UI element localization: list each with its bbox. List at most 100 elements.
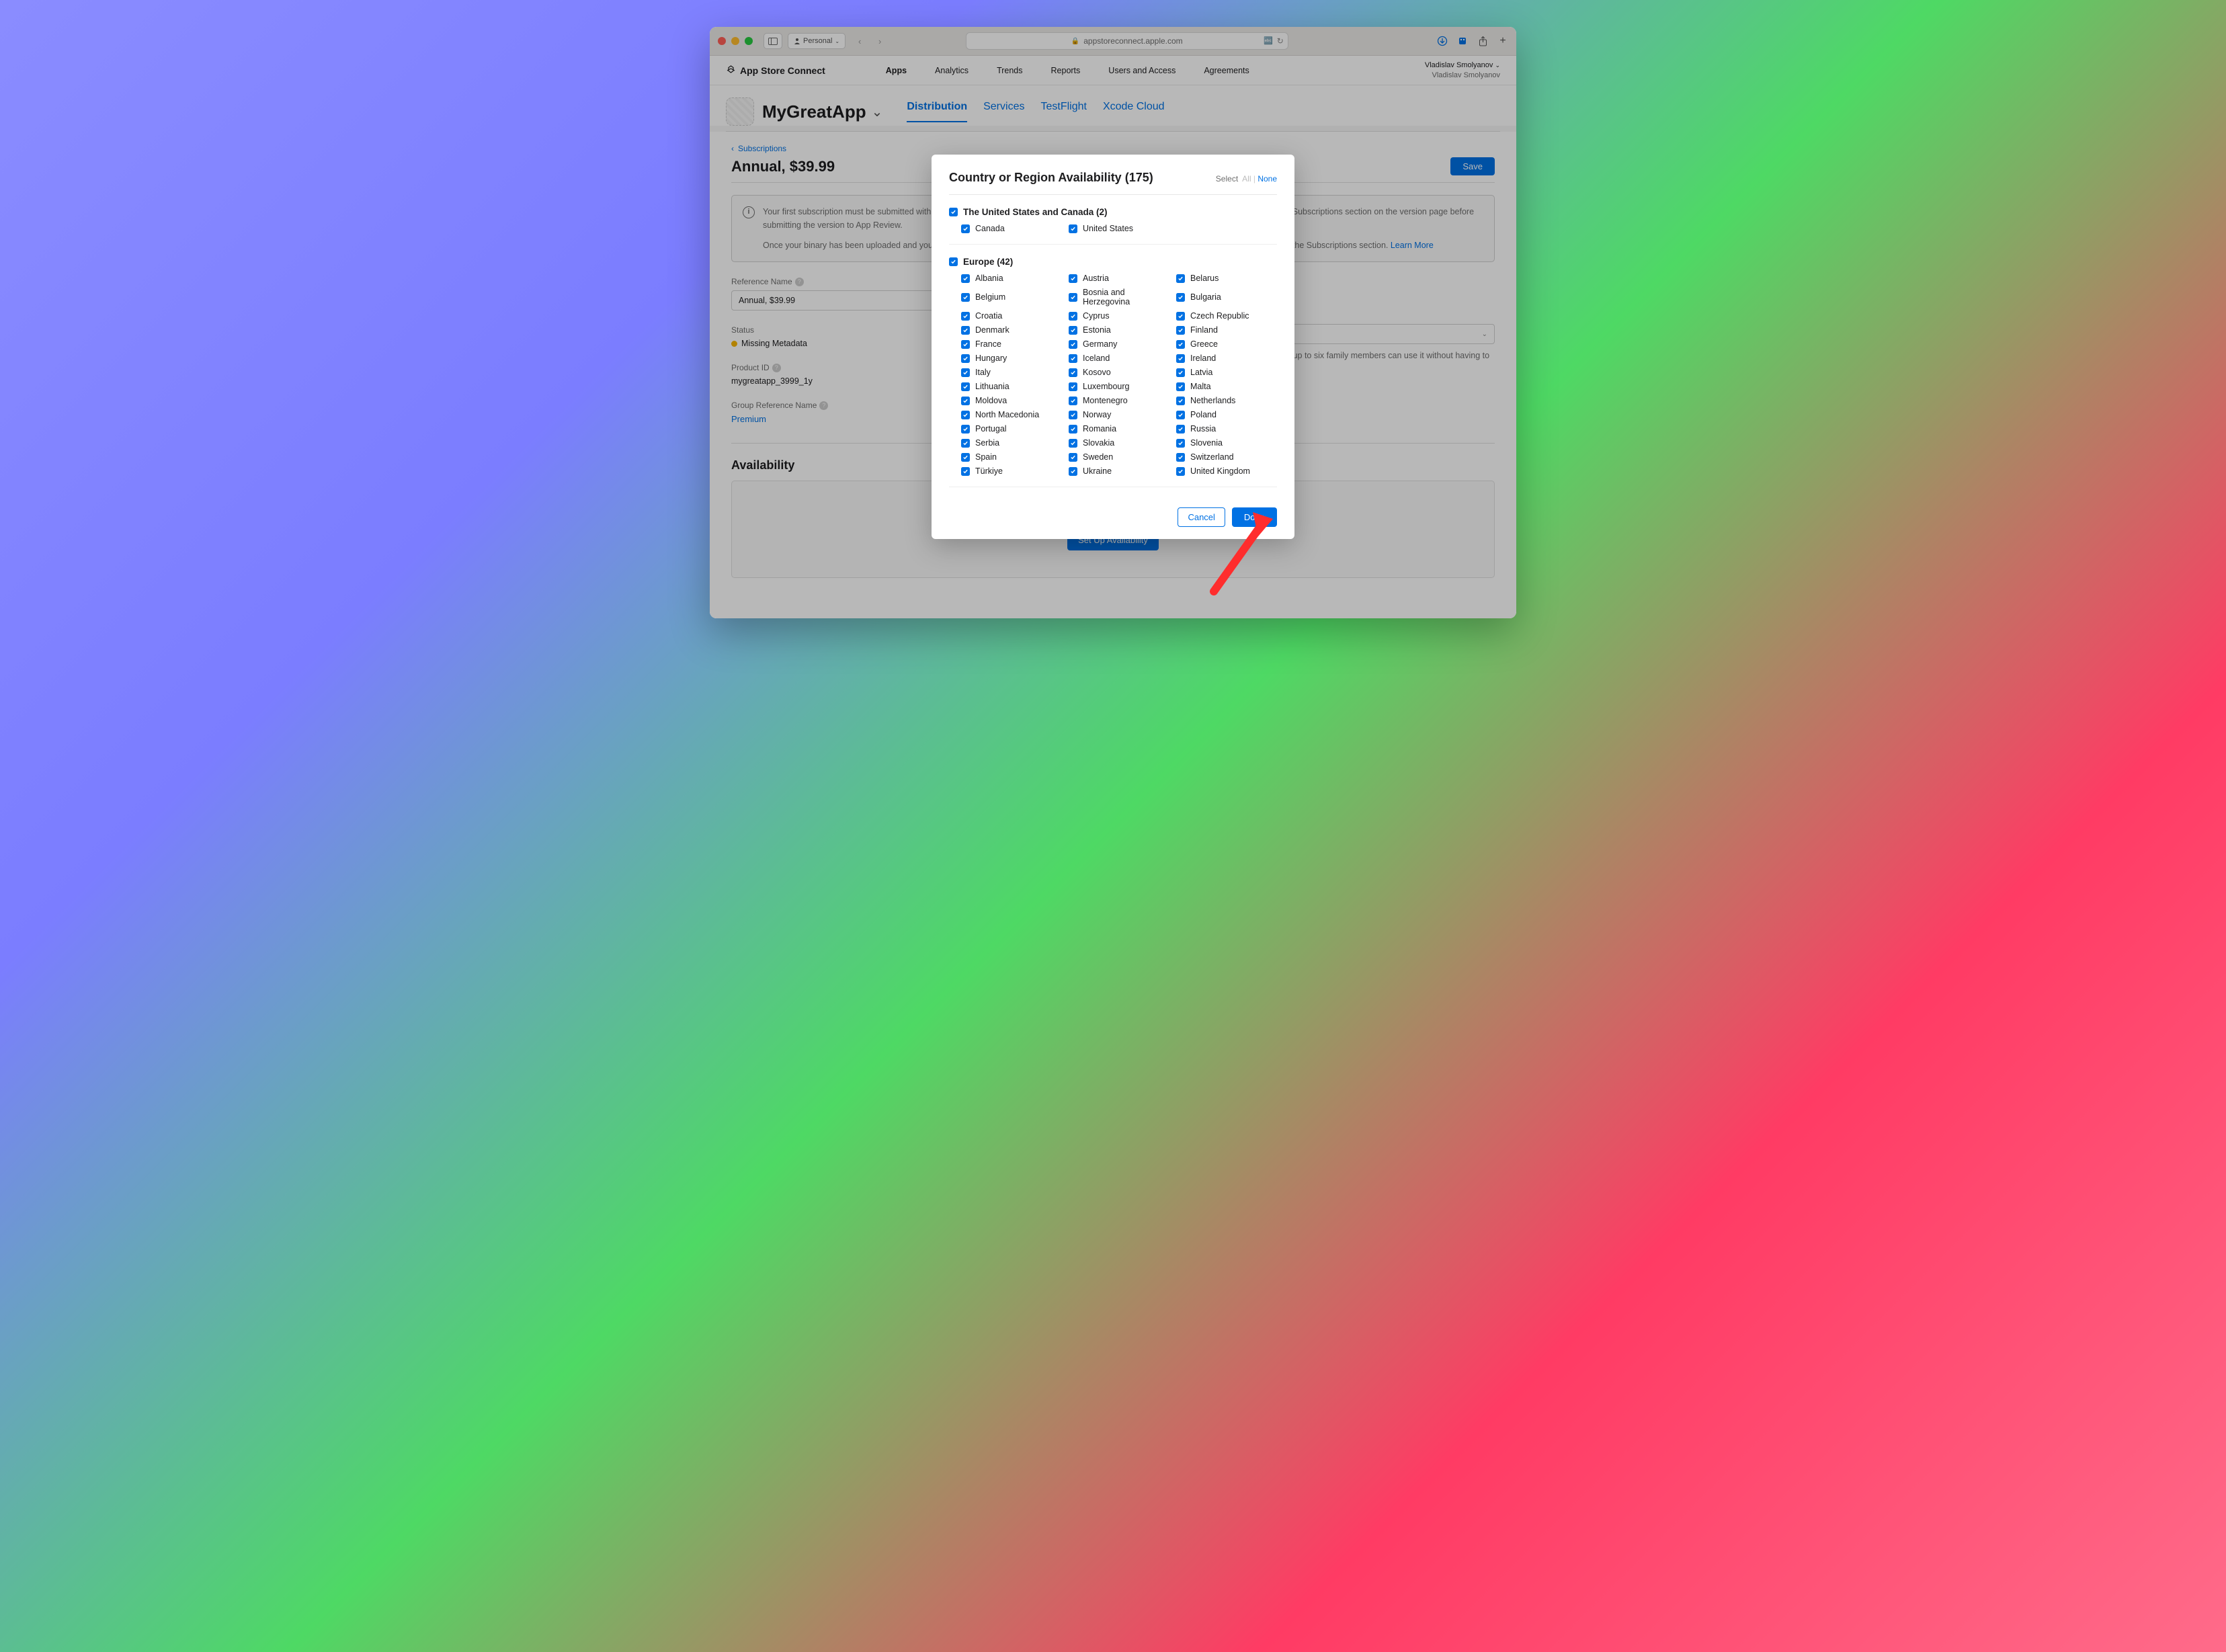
- checkbox-checked-icon[interactable]: [1176, 439, 1185, 448]
- checkbox-checked-icon[interactable]: [961, 354, 970, 363]
- checkbox-checked-icon[interactable]: [961, 453, 970, 462]
- checkbox-checked-icon[interactable]: [961, 397, 970, 405]
- select-all-button[interactable]: All: [1242, 174, 1251, 183]
- checkbox-checked-icon[interactable]: [1069, 326, 1077, 335]
- checkbox-checked-icon[interactable]: [1176, 425, 1185, 433]
- country-name: Croatia: [975, 311, 1002, 321]
- country-item[interactable]: Estonia: [1069, 325, 1169, 335]
- country-name: Switzerland: [1190, 452, 1234, 462]
- checkbox-checked-icon[interactable]: [1176, 453, 1185, 462]
- country-item[interactable]: United Kingdom: [1176, 466, 1277, 476]
- checkbox-checked-icon[interactable]: [949, 257, 958, 266]
- country-item[interactable]: Hungary: [961, 354, 1062, 363]
- country-item[interactable]: Cyprus: [1069, 311, 1169, 321]
- country-item[interactable]: Serbia: [961, 438, 1062, 448]
- checkbox-checked-icon[interactable]: [961, 368, 970, 377]
- country-name: United Kingdom: [1190, 466, 1250, 476]
- checkbox-checked-icon[interactable]: [1176, 354, 1185, 363]
- country-item[interactable]: Portugal: [961, 424, 1062, 433]
- country-item[interactable]: Belarus: [1176, 274, 1277, 283]
- country-item[interactable]: Malta: [1176, 382, 1277, 391]
- country-item[interactable]: Poland: [1176, 410, 1277, 419]
- checkbox-checked-icon[interactable]: [1176, 397, 1185, 405]
- country-item[interactable]: Croatia: [961, 311, 1062, 321]
- checkbox-checked-icon[interactable]: [1069, 439, 1077, 448]
- checkbox-checked-icon[interactable]: [1069, 293, 1077, 302]
- country-item[interactable]: Czech Republic: [1176, 311, 1277, 321]
- country-item[interactable]: Iceland: [1069, 354, 1169, 363]
- country-item[interactable]: Türkiye: [961, 466, 1062, 476]
- country-item[interactable]: Greece: [1176, 339, 1277, 349]
- country-item[interactable]: Lithuania: [961, 382, 1062, 391]
- country-item[interactable]: Bulgaria: [1176, 288, 1277, 306]
- checkbox-checked-icon[interactable]: [1069, 274, 1077, 283]
- checkbox-checked-icon[interactable]: [1176, 382, 1185, 391]
- country-item[interactable]: Ukraine: [1069, 466, 1169, 476]
- country-item[interactable]: Germany: [1069, 339, 1169, 349]
- checkbox-checked-icon[interactable]: [1176, 368, 1185, 377]
- country-item[interactable]: Denmark: [961, 325, 1062, 335]
- country-item[interactable]: Sweden: [1069, 452, 1169, 462]
- checkbox-checked-icon[interactable]: [961, 425, 970, 433]
- select-none-button[interactable]: None: [1258, 174, 1277, 183]
- checkbox-checked-icon[interactable]: [1176, 274, 1185, 283]
- country-item[interactable]: Switzerland: [1176, 452, 1277, 462]
- country-item[interactable]: Latvia: [1176, 368, 1277, 377]
- checkbox-checked-icon[interactable]: [1176, 340, 1185, 349]
- checkbox-checked-icon[interactable]: [961, 467, 970, 476]
- checkbox-checked-icon[interactable]: [961, 326, 970, 335]
- checkbox-checked-icon[interactable]: [1069, 224, 1077, 233]
- country-item[interactable]: Luxembourg: [1069, 382, 1169, 391]
- checkbox-checked-icon[interactable]: [1069, 397, 1077, 405]
- checkbox-checked-icon[interactable]: [1069, 354, 1077, 363]
- country-item[interactable]: Finland: [1176, 325, 1277, 335]
- country-item[interactable]: Spain: [961, 452, 1062, 462]
- country-name: Iceland: [1083, 354, 1110, 363]
- country-item[interactable]: Slovenia: [1176, 438, 1277, 448]
- country-item[interactable]: Montenegro: [1069, 396, 1169, 405]
- checkbox-checked-icon[interactable]: [1176, 326, 1185, 335]
- country-item[interactable]: Kosovo: [1069, 368, 1169, 377]
- checkbox-checked-icon[interactable]: [961, 411, 970, 419]
- country-item[interactable]: France: [961, 339, 1062, 349]
- checkbox-checked-icon[interactable]: [1069, 453, 1077, 462]
- country-item[interactable]: Romania: [1069, 424, 1169, 433]
- checkbox-checked-icon[interactable]: [1069, 382, 1077, 391]
- country-item[interactable]: Norway: [1069, 410, 1169, 419]
- region-header[interactable]: Europe (42): [949, 257, 1277, 267]
- country-item[interactable]: North Macedonia: [961, 410, 1062, 419]
- country-item[interactable]: Belgium: [961, 288, 1062, 306]
- checkbox-checked-icon[interactable]: [949, 208, 958, 216]
- country-item[interactable]: Moldova: [961, 396, 1062, 405]
- cancel-button[interactable]: Cancel: [1178, 507, 1225, 527]
- country-item[interactable]: Albania: [961, 274, 1062, 283]
- country-item[interactable]: Italy: [961, 368, 1062, 377]
- checkbox-checked-icon[interactable]: [1069, 467, 1077, 476]
- done-button[interactable]: Done: [1232, 507, 1277, 527]
- checkbox-checked-icon[interactable]: [961, 224, 970, 233]
- country-item[interactable]: Russia: [1176, 424, 1277, 433]
- checkbox-checked-icon[interactable]: [1069, 411, 1077, 419]
- checkbox-checked-icon[interactable]: [961, 382, 970, 391]
- checkbox-checked-icon[interactable]: [1069, 312, 1077, 321]
- checkbox-checked-icon[interactable]: [1176, 293, 1185, 302]
- checkbox-checked-icon[interactable]: [1176, 467, 1185, 476]
- region-header[interactable]: The United States and Canada (2): [949, 207, 1277, 217]
- country-item[interactable]: Bosnia and Herzegovina: [1069, 288, 1169, 306]
- checkbox-checked-icon[interactable]: [1069, 340, 1077, 349]
- country-item[interactable]: Netherlands: [1176, 396, 1277, 405]
- country-item[interactable]: Slovakia: [1069, 438, 1169, 448]
- checkbox-checked-icon[interactable]: [1176, 312, 1185, 321]
- country-item[interactable]: Ireland: [1176, 354, 1277, 363]
- country-item[interactable]: Austria: [1069, 274, 1169, 283]
- checkbox-checked-icon[interactable]: [1176, 411, 1185, 419]
- checkbox-checked-icon[interactable]: [961, 312, 970, 321]
- checkbox-checked-icon[interactable]: [961, 274, 970, 283]
- checkbox-checked-icon[interactable]: [961, 293, 970, 302]
- checkbox-checked-icon[interactable]: [1069, 425, 1077, 433]
- checkbox-checked-icon[interactable]: [1069, 368, 1077, 377]
- country-item[interactable]: United States: [1069, 224, 1169, 233]
- country-item[interactable]: Canada: [961, 224, 1062, 233]
- checkbox-checked-icon[interactable]: [961, 439, 970, 448]
- checkbox-checked-icon[interactable]: [961, 340, 970, 349]
